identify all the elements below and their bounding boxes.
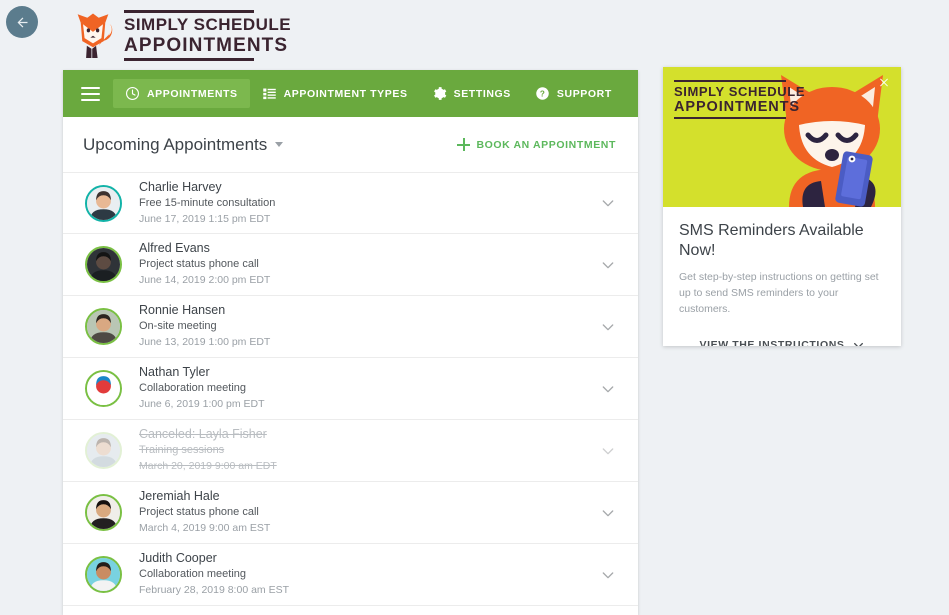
appointment-datetime: March 20, 2019 9:00 am EDT — [139, 460, 277, 473]
appointment-list: Charlie Harvey Free 15-minute consultatio… — [63, 172, 638, 606]
appointment-type: Collaboration meeting — [139, 568, 247, 581]
back-button[interactable] — [6, 6, 38, 38]
appointment-details: Nathan Tyler Collaboration meeting June 6,… — [139, 364, 600, 413]
chevron-down-icon — [853, 342, 863, 346]
appointment-datetime: February 28, 2019 8:00 am EST — [139, 584, 289, 597]
avatar — [85, 494, 122, 531]
appointment-details: Judith Cooper Collaboration meeting Februa… — [139, 550, 600, 599]
promo-logo-line-2: APPOINTMENTS — [674, 98, 800, 115]
promo-title: SMS Reminders Available Now! — [679, 222, 864, 260]
wordmark-rule-bottom — [124, 57, 254, 61]
arrow-left-icon — [17, 17, 27, 27]
nav-label-appointments: APPOINTMENTS — [147, 87, 238, 100]
close-icon[interactable] — [873, 71, 895, 93]
list-icon — [262, 88, 276, 100]
promo-logo: SIMPLY SCHEDULE APPOINTMENTS — [674, 80, 805, 119]
page-title: Upcoming Appointments — [83, 134, 268, 154]
appointment-customer-name: Judith Cooper — [139, 551, 217, 566]
hamburger-icon[interactable] — [73, 79, 107, 109]
nav-item-appointment-types[interactable]: APPOINTMENT TYPES — [250, 79, 420, 108]
clock-icon — [126, 87, 139, 100]
nav-item-support[interactable]: ? SUPPORT — [523, 79, 624, 108]
appointment-details: Alfred Evans Project status phone call Jun… — [139, 240, 600, 289]
nav-label-support: SUPPORT — [556, 87, 612, 100]
plus-icon — [457, 138, 471, 151]
top-navigation: APPOINTMENTS APPOINTMENT TYPES SETTINGS — [63, 70, 638, 117]
promo-description: Get step-by-step instructions on getting… — [679, 270, 879, 316]
appointment-datetime: June 13, 2019 1:00 pm EDT — [139, 336, 271, 349]
promo-hero-image: SIMPLY SCHEDULE APPOINTMENTS — [663, 67, 901, 207]
appointment-datetime: June 14, 2019 2:00 pm EDT — [139, 274, 271, 287]
promo-logo-line-1: SIMPLY SCHEDULE — [674, 83, 806, 99]
svg-text:?: ? — [540, 89, 545, 98]
avatar — [85, 308, 122, 345]
appointment-details: Canceled: Layla Fisher Training sessions M… — [139, 426, 600, 475]
appointment-customer-name: Canceled: Layla Fisher — [139, 427, 267, 442]
appointment-row[interactable]: Canceled: Layla Fisher Training sessions M… — [63, 420, 638, 482]
appointment-type: Collaboration meeting — [139, 382, 247, 395]
expand-chevron-down-icon[interactable] — [600, 195, 616, 211]
nav-item-settings[interactable]: SETTINGS — [420, 79, 523, 108]
book-appointment-label: BOOK AN APPOINTMENT — [476, 138, 616, 151]
main-panel: APPOINTMENTS APPOINTMENT TYPES SETTINGS — [63, 70, 638, 615]
close-x-icon — [880, 78, 888, 86]
appointment-customer-name: Charlie Harvey — [139, 179, 222, 194]
brand-line-1: SIMPLY SCHEDULE — [124, 14, 292, 34]
appointment-details: Ronnie Hansen On-site meeting June 13, 201… — [139, 302, 600, 351]
appointment-customer-name: Nathan Tyler — [139, 365, 210, 380]
caret-down-icon — [275, 142, 284, 147]
promo-body: SMS Reminders Available Now! Get step-by… — [663, 207, 901, 346]
promo-card: SIMPLY SCHEDULE APPOINTMENTS SMS Reminde… — [663, 67, 901, 346]
fox-logo-icon — [77, 13, 113, 58]
expand-chevron-down-icon[interactable] — [600, 257, 616, 273]
gear-icon — [433, 87, 446, 100]
appointment-datetime: June 6, 2019 1:00 pm EDT — [139, 398, 265, 411]
nav-label-settings: SETTINGS — [453, 87, 511, 100]
list-header: Upcoming Appointments BOOK AN APPOINTMEN… — [63, 117, 638, 172]
brand-line-2: APPOINTMENTS — [124, 34, 289, 56]
avatar — [85, 370, 122, 407]
expand-chevron-down-icon[interactable] — [600, 443, 616, 459]
expand-chevron-down-icon[interactable] — [600, 567, 616, 583]
question-circle-icon: ? — [536, 87, 549, 100]
appointment-customer-name: Ronnie Hansen — [139, 303, 226, 318]
appointment-row[interactable]: Ronnie Hansen On-site meeting June 13, 201… — [63, 296, 638, 358]
expand-chevron-down-icon[interactable] — [600, 319, 616, 335]
appointment-row[interactable]: Alfred Evans Project status phone call Jun… — [63, 234, 638, 296]
appointment-row[interactable]: Jeremiah Hale Project status phone call Ma… — [63, 482, 638, 544]
promo-logo-rule-bottom — [674, 116, 786, 119]
appointment-type: On-site meeting — [139, 320, 217, 333]
expand-chevron-down-icon[interactable] — [600, 505, 616, 521]
brand-logo: SIMPLY SCHEDULE APPOINTMENTS — [70, 8, 291, 62]
view-instructions-label: VIEW THE INSTRUCTIONS — [699, 339, 845, 346]
appointments-filter-dropdown[interactable]: Upcoming Appointments — [83, 134, 284, 155]
appointment-datetime: June 17, 2019 1:15 pm EDT — [139, 212, 271, 225]
appointment-details: Jeremiah Hale Project status phone call Ma… — [139, 488, 600, 537]
avatar — [85, 556, 122, 593]
appointment-type: Project status phone call — [139, 506, 259, 519]
avatar — [85, 184, 122, 222]
appointment-type: Free 15-minute consultation — [139, 196, 276, 209]
nav-item-appointments[interactable]: APPOINTMENTS — [113, 79, 250, 108]
appointment-type: Project status phone call — [139, 258, 259, 271]
appointment-row[interactable]: Judith Cooper Collaboration meeting Februa… — [63, 544, 638, 606]
nav-label-appointment-types: APPOINTMENT TYPES — [283, 87, 408, 100]
avatar — [85, 432, 122, 469]
appointment-customer-name: Jeremiah Hale — [139, 489, 220, 504]
appointment-details: Charlie Harvey Free 15-minute consultatio… — [139, 179, 600, 228]
appointment-customer-name: Alfred Evans — [139, 241, 210, 256]
appointment-datetime: March 4, 2019 9:00 am EST — [139, 522, 271, 535]
appointment-row[interactable]: Charlie Harvey Free 15-minute consultatio… — [63, 172, 638, 234]
expand-chevron-down-icon[interactable] — [600, 381, 616, 397]
book-appointment-button[interactable]: BOOK AN APPOINTMENT — [457, 138, 616, 151]
appointment-row[interactable]: Nathan Tyler Collaboration meeting June 6,… — [63, 358, 638, 420]
avatar — [85, 246, 122, 283]
view-instructions-button[interactable]: VIEW THE INSTRUCTIONS — [679, 338, 885, 346]
appointment-type: Training sessions — [139, 444, 225, 457]
